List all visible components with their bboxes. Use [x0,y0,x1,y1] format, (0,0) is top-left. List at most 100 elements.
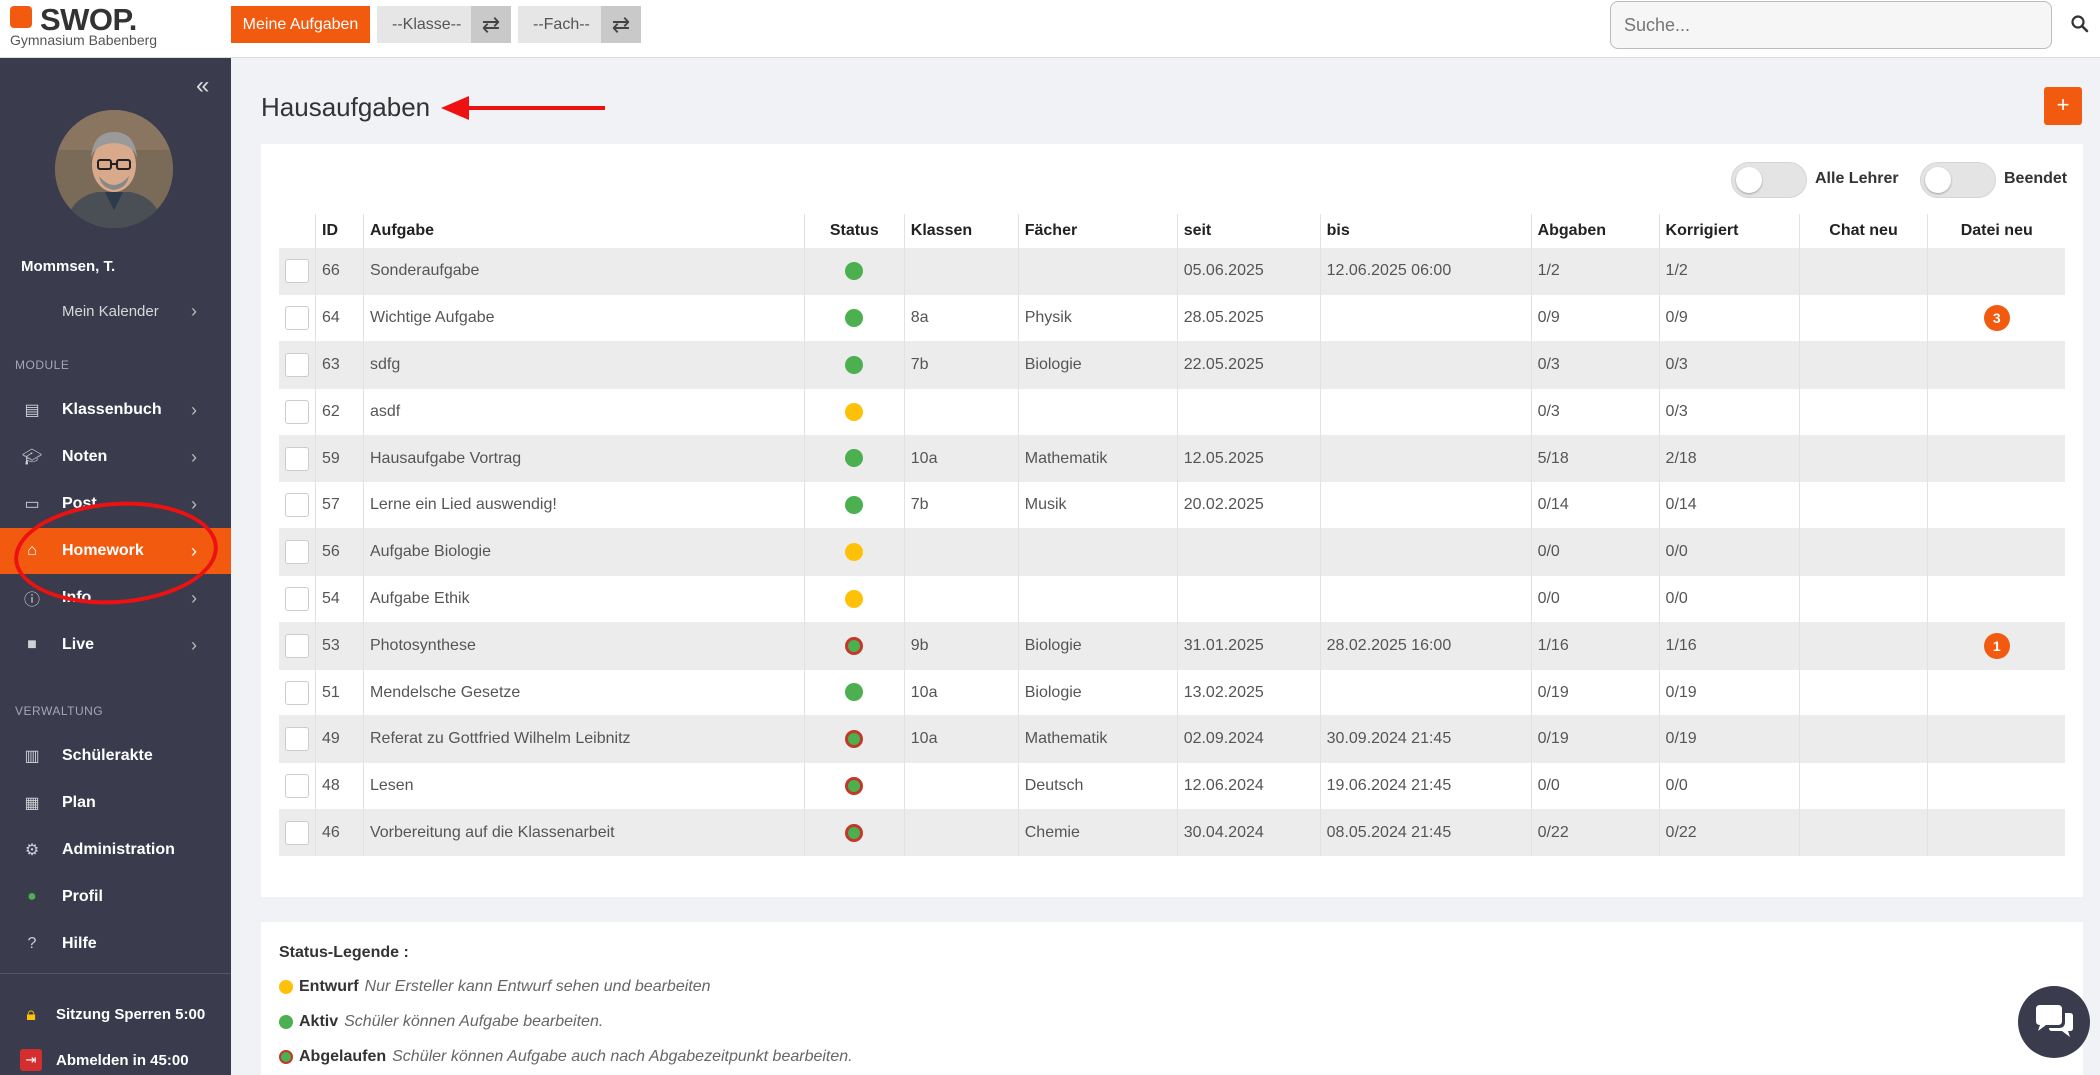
calendar-icon: ▦ [24,795,40,812]
row-checkbox[interactable] [285,680,309,705]
cell-file-new [1927,247,2065,295]
collapse-sidebar-icon[interactable]: « [196,72,209,100]
table-row[interactable]: 63 sdfg 7b Biologie 22.05.2025 0/3 0/3 [279,341,2065,389]
cell-file-new [1927,715,2065,763]
cell-id: 53 [315,621,364,670]
sidebar-item-hilfe[interactable]: ? Hilfe [0,921,231,967]
lock-session-button[interactable]: 🔒︎ Sitzung Sperren 5:00 [0,991,231,1037]
swap-icon[interactable]: ⇄ [601,6,641,43]
cell-submissions: 1/16 [1530,621,1660,670]
logout-button[interactable]: ⇥ Abmelden in 45:00 [0,1037,231,1075]
cell-until: 19.06.2024 21:45 [1319,762,1532,810]
row-checkbox[interactable] [285,399,309,424]
logout-label: Abmelden in 45:00 [56,1051,189,1069]
cell-status [803,575,905,623]
cell-task[interactable]: Sonderaufgabe [362,247,805,295]
table-row[interactable]: 57 Lerne ein Lied auswendig! 7b Musik 20.02.… [279,481,2065,529]
sidebar-item-homework[interactable]: ⌂ Homework › [0,528,231,574]
cell-task[interactable]: asdf [362,387,805,436]
my-tasks-button[interactable]: Meine Aufgaben [231,6,370,43]
column-header[interactable]: bis [1319,214,1532,248]
row-checkbox[interactable] [285,493,309,518]
cell-task[interactable]: Lerne ein Lied auswendig! [362,481,805,529]
sidebar-item-profil[interactable]: ● Profil [0,874,231,920]
chat-button[interactable] [2018,986,2090,1058]
table-row[interactable]: 59 Hausaufgabe Vortrag 10a Mathematik 12.05.… [279,434,2065,482]
swap-icon[interactable]: ⇄ [471,6,511,43]
cell-chat-new [1798,341,1928,389]
column-header[interactable]: seit [1176,214,1321,248]
sidebar-item-info[interactable]: ⓘ Info › [0,575,231,621]
table-row[interactable]: 62 asdf 0/3 0/3 [279,387,2065,436]
column-header[interactable]: Klassen [903,214,1019,248]
column-header[interactable]: ID [315,214,364,248]
table-row[interactable]: 46 Vorbereitung auf die Klassenarbeit Chem… [279,809,2065,857]
new-file-badge[interactable]: 3 [1983,305,2010,332]
table-row[interactable]: 53 Photosynthese 9b Biologie 31.01.2025 28.02… [279,621,2065,670]
cell-task[interactable]: Mendelsche Gesetze [362,668,805,716]
column-header[interactable]: Status [803,214,905,248]
cell-task[interactable]: Referat zu Gottfried Wilhelm Leibnitz [362,715,805,763]
column-header[interactable]: Abgaben [1530,214,1660,248]
row-checkbox[interactable] [285,540,309,565]
my-calendar-link[interactable]: Mein Kalender [62,303,159,320]
subject-select[interactable]: --Fach-- ⇄ [518,6,641,43]
sidebar-item-post[interactable]: ▭ Post › [0,481,231,527]
user-name[interactable]: Mommsen, T. [21,258,115,275]
sidebar-item-administration[interactable]: ⚙ Administration [0,827,231,873]
cell-corrected: 0/19 [1658,668,1800,716]
table-row[interactable]: 48 Lesen Deutsch 12.06.2024 19.06.2024 21:45… [279,762,2065,810]
cell-task[interactable]: Aufgabe Biologie [362,528,805,576]
table-row[interactable]: 51 Mendelsche Gesetze 10a Biologie 13.02.202… [279,668,2065,716]
app-logo[interactable]: SWOP. Gymnasium Babenberg [10,2,220,54]
toggle-all-teachers[interactable] [1731,162,1807,198]
column-header[interactable]: Korrigiert [1658,214,1800,248]
sidebar-item-live[interactable]: ■ Live › [0,622,231,668]
sidebar-item-plan[interactable]: ▦ Plan [0,780,231,826]
table-row[interactable]: 66 Sonderaufgabe 05.06.2025 12.06.2025 06:0… [279,247,2065,295]
sidebar-item-klassenbuch[interactable]: ▤ Klassenbuch › [0,387,231,433]
cell-task[interactable]: Wichtige Aufgabe [362,294,805,342]
cell-task[interactable]: Aufgabe Ethik [362,575,805,623]
row-select-cell [279,575,316,623]
row-checkbox[interactable] [285,259,309,284]
row-checkbox[interactable] [285,352,309,377]
cell-id: 63 [315,341,364,389]
row-checkbox[interactable] [285,586,309,611]
row-checkbox[interactable] [285,306,309,331]
table-row[interactable]: 56 Aufgabe Biologie 0/0 0/0 [279,528,2065,576]
new-file-badge[interactable]: 1 [1983,632,2010,659]
row-checkbox[interactable] [285,727,309,752]
cell-corrected: 0/19 [1658,715,1800,763]
cell-id: 46 [315,809,364,857]
cell-task[interactable]: Hausaufgabe Vortrag [362,434,805,482]
cell-classes [903,247,1019,295]
sidebar-item-noten[interactable]: 🎓︎ Noten › [0,434,231,480]
avatar[interactable] [55,110,173,228]
row-checkbox[interactable] [285,774,309,799]
row-checkbox[interactable] [285,821,309,846]
search-icon[interactable] [2070,14,2090,34]
add-homework-button[interactable]: + [2044,87,2082,125]
cell-chat-new [1798,715,1928,763]
column-header[interactable]: Chat neu [1798,214,1928,248]
column-header[interactable]: Fächer [1017,214,1178,248]
cell-task[interactable]: sdfg [362,341,805,389]
column-header[interactable]: Datei neu [1927,214,2065,248]
cell-id: 54 [315,575,364,623]
class-select[interactable]: --Klasse-- ⇄ [377,6,511,43]
toggle-finished[interactable] [1920,162,1996,198]
search-input[interactable] [1610,1,2052,49]
row-checkbox[interactable] [285,446,309,471]
cell-task[interactable]: Vorbereitung auf die Klassenarbeit [362,809,805,857]
sidebar-item-schuelerakte[interactable]: ▥ Schülerakte [0,733,231,779]
status-dot-green [845,262,864,281]
table-row[interactable]: 49 Referat zu Gottfried Wilhelm Leibnitz 1… [279,715,2065,763]
row-checkbox[interactable] [285,633,309,658]
table-row[interactable]: 64 Wichtige Aufgabe 8a Physik 28.05.2025 0/9 0… [279,294,2065,342]
cell-task[interactable]: Photosynthese [362,621,805,670]
cell-task[interactable]: Lesen [362,762,805,810]
column-header[interactable]: Aufgabe [362,214,805,248]
cell-status [803,715,905,763]
table-row[interactable]: 54 Aufgabe Ethik 0/0 0/0 [279,575,2065,623]
